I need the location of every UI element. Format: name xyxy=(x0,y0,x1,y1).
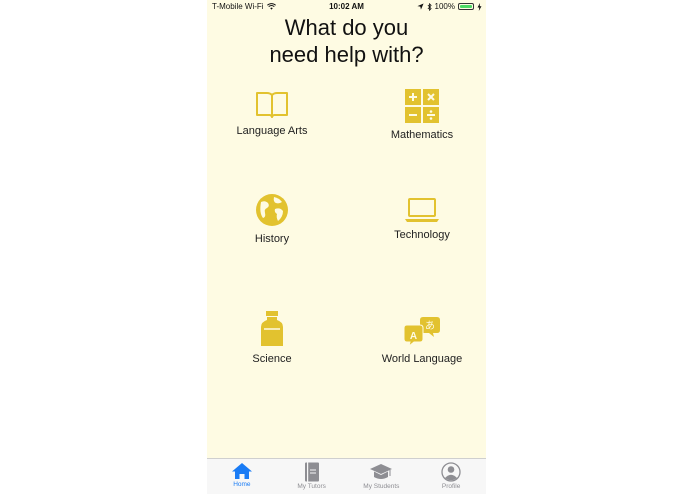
status-right: 100% xyxy=(416,2,482,11)
subject-label: History xyxy=(254,233,290,245)
location-arrow-icon xyxy=(416,3,424,10)
tab-home-label: Home xyxy=(233,481,251,488)
page-title-line-2: need help with? xyxy=(269,42,424,67)
page-title-line-1: What do you xyxy=(284,15,409,40)
laptop-icon xyxy=(405,198,439,222)
charging-bolt-icon xyxy=(477,2,482,11)
tab-profile[interactable]: Profile xyxy=(416,459,486,494)
graduation-cap-icon xyxy=(370,464,393,479)
subject-world-language[interactable]: あ A World Language xyxy=(357,315,486,365)
tab-bar: Home My Tutors My Students Profile xyxy=(207,458,486,494)
subject-label: Technology xyxy=(394,229,450,241)
translate-icon: あ A xyxy=(403,317,440,347)
tab-my-tutors[interactable]: My Tutors xyxy=(277,459,347,494)
beaker-icon xyxy=(261,311,283,346)
svg-text:A: A xyxy=(410,331,417,342)
battery-icon xyxy=(458,3,474,10)
tab-my-tutors-label: My Tutors xyxy=(297,483,326,490)
globe-icon xyxy=(256,194,288,226)
status-bar: T-Mobile Wi-Fi 10:02 AM 100% xyxy=(207,0,486,14)
book-icon xyxy=(304,462,319,482)
tab-my-students-label: My Students xyxy=(363,483,400,490)
svg-text:あ: あ xyxy=(425,320,435,332)
page-title: What do you need help with? xyxy=(207,14,486,68)
subject-label: Language Arts xyxy=(236,125,308,137)
bluetooth-icon xyxy=(427,2,432,11)
home-icon xyxy=(231,463,252,479)
subject-language-arts[interactable]: Language Arts xyxy=(207,89,337,137)
subject-mathematics[interactable]: Mathematics xyxy=(357,89,486,141)
open-book-icon xyxy=(256,92,288,118)
tab-my-students[interactable]: My Students xyxy=(347,459,417,494)
subject-label: World Language xyxy=(381,353,463,365)
subject-science[interactable]: Science xyxy=(207,311,337,365)
user-icon xyxy=(441,462,461,482)
battery-percent: 100% xyxy=(434,2,455,11)
subject-label: Mathematics xyxy=(390,129,454,141)
tab-profile-label: Profile xyxy=(441,483,461,490)
calculator-icon xyxy=(405,89,439,123)
subject-history[interactable]: History xyxy=(207,193,337,245)
subject-technology[interactable]: Technology xyxy=(357,197,486,241)
subject-label: Science xyxy=(252,353,292,365)
tab-home[interactable]: Home xyxy=(207,459,277,494)
app-screen: T-Mobile Wi-Fi 10:02 AM 100% What do you… xyxy=(207,0,486,494)
